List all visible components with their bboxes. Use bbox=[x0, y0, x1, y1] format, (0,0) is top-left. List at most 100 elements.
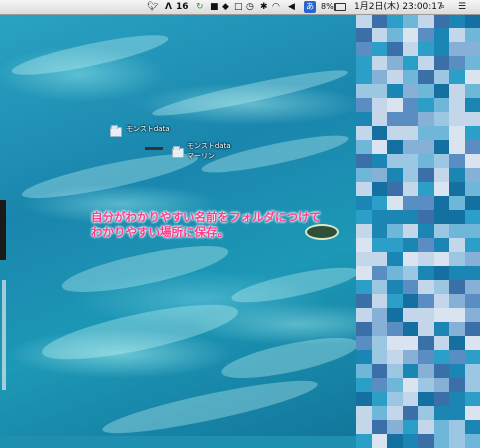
mosaic-cell bbox=[418, 280, 434, 294]
mosaic-cell bbox=[418, 168, 434, 182]
battery-icon[interactable] bbox=[334, 3, 346, 11]
adobe-icon[interactable]: Λ bbox=[165, 1, 172, 13]
mosaic-cell bbox=[449, 140, 465, 154]
mosaic-cell bbox=[403, 364, 419, 378]
mosaic-cell bbox=[434, 434, 450, 448]
mosaic-cell bbox=[418, 70, 434, 84]
mosaic-cell bbox=[387, 420, 403, 434]
sync-icon[interactable]: ↻ bbox=[196, 1, 204, 13]
mosaic-cell bbox=[434, 168, 450, 182]
mosaic-cell bbox=[356, 84, 372, 98]
mosaic-cell bbox=[356, 252, 372, 266]
wifi-icon[interactable]: ◠ bbox=[272, 1, 280, 13]
drive-icon[interactable]: ■ bbox=[210, 1, 219, 13]
mosaic-cell bbox=[387, 168, 403, 182]
mosaic-cell bbox=[403, 56, 419, 70]
mosaic-cell bbox=[465, 42, 480, 56]
mosaic-cell bbox=[418, 322, 434, 336]
mosaic-cell bbox=[465, 266, 480, 280]
mosaic-cell bbox=[403, 28, 419, 42]
mosaic-cell bbox=[356, 350, 372, 364]
mosaic-cell bbox=[418, 252, 434, 266]
mosaic-cell bbox=[465, 56, 480, 70]
input-method-indicator[interactable]: あ bbox=[304, 1, 316, 13]
mosaic-cell bbox=[403, 280, 419, 294]
mosaic-cell bbox=[449, 336, 465, 350]
mosaic-cell bbox=[465, 84, 480, 98]
bluetooth-icon[interactable]: ✱ bbox=[260, 1, 268, 13]
mosaic-cell bbox=[387, 350, 403, 364]
mosaic-cell bbox=[372, 140, 388, 154]
mosaic-cell bbox=[372, 168, 388, 182]
desktop-folder-monst-data[interactable]: モンストdata bbox=[110, 124, 190, 138]
mosaic-cell bbox=[434, 224, 450, 238]
mosaic-cell bbox=[387, 210, 403, 224]
mosaic-cell bbox=[465, 322, 480, 336]
mosaic-cell bbox=[356, 378, 372, 392]
notification-center-icon[interactable]: ☰ bbox=[458, 1, 466, 13]
mosaic-cell bbox=[372, 280, 388, 294]
mosaic-cell bbox=[403, 350, 419, 364]
mosaic-cell bbox=[372, 378, 388, 392]
mosaic-cell bbox=[387, 364, 403, 378]
mosaic-cell bbox=[372, 196, 388, 210]
mosaic-cell bbox=[465, 140, 480, 154]
mosaic-cell bbox=[465, 126, 480, 140]
mosaic-cell bbox=[434, 154, 450, 168]
mosaic-cell bbox=[387, 84, 403, 98]
mosaic-cell bbox=[356, 196, 372, 210]
bird-icon[interactable]: 🐦︎ bbox=[147, 1, 158, 13]
mosaic-cell bbox=[403, 126, 419, 140]
mosaic-cell bbox=[449, 70, 465, 84]
mosaic-cell bbox=[356, 238, 372, 252]
mosaic-cell bbox=[434, 98, 450, 112]
mosaic-cell bbox=[449, 168, 465, 182]
mosaic-cell bbox=[465, 336, 480, 350]
mosaic-cell bbox=[434, 392, 450, 406]
mosaic-cell bbox=[449, 392, 465, 406]
annotation-text: 自分がわかりやすい名前をフォルダにつけて わかりやすい場所に保存。 bbox=[91, 210, 371, 240]
mosaic-cell bbox=[387, 280, 403, 294]
mosaic-cell bbox=[356, 140, 372, 154]
mosaic-cell bbox=[434, 322, 450, 336]
stop-icon[interactable]: □ bbox=[234, 1, 243, 13]
mosaic-cell bbox=[387, 196, 403, 210]
mosaic-cell bbox=[418, 84, 434, 98]
menubar-clock[interactable]: 1月2日(木) 23:00:17 bbox=[354, 1, 443, 13]
spotlight-icon[interactable]: ⌕ bbox=[440, 1, 445, 13]
mosaic-cell bbox=[403, 112, 419, 126]
mosaic-cell bbox=[403, 336, 419, 350]
mosaic-cell bbox=[465, 434, 480, 448]
mosaic-cell bbox=[356, 322, 372, 336]
mosaic-cell bbox=[387, 294, 403, 308]
mosaic-cell bbox=[387, 322, 403, 336]
mosaic-cell bbox=[403, 42, 419, 56]
mosaic-cell bbox=[403, 140, 419, 154]
mosaic-cell bbox=[418, 210, 434, 224]
pixelated-region bbox=[356, 14, 480, 436]
mosaic-cell bbox=[387, 28, 403, 42]
mosaic-cell bbox=[403, 238, 419, 252]
mosaic-cell bbox=[434, 112, 450, 126]
mosaic-cell bbox=[418, 336, 434, 350]
volume-icon[interactable]: ◀ bbox=[288, 1, 295, 13]
time-machine-icon[interactable]: ◷ bbox=[246, 1, 254, 13]
annotation-line-1: 自分がわかりやすい名前をフォルダにつけて bbox=[91, 210, 371, 225]
mosaic-cell bbox=[465, 406, 480, 420]
evernote-icon[interactable]: ◆ bbox=[222, 1, 229, 13]
desktop-folder-monst-data-marine[interactable]: モンストdata マーリン bbox=[172, 141, 252, 163]
mosaic-cell bbox=[372, 252, 388, 266]
mosaic-cell bbox=[372, 98, 388, 112]
mosaic-cell bbox=[387, 112, 403, 126]
mosaic-cell bbox=[387, 336, 403, 350]
mosaic-cell bbox=[356, 336, 372, 350]
mosaic-cell bbox=[356, 42, 372, 56]
mosaic-cell bbox=[387, 238, 403, 252]
mosaic-cell bbox=[356, 434, 372, 448]
mosaic-cell bbox=[403, 14, 419, 28]
mosaic-cell bbox=[387, 98, 403, 112]
mosaic-cell bbox=[418, 112, 434, 126]
mosaic-cell bbox=[418, 406, 434, 420]
mosaic-cell bbox=[434, 308, 450, 322]
mosaic-cell bbox=[434, 238, 450, 252]
